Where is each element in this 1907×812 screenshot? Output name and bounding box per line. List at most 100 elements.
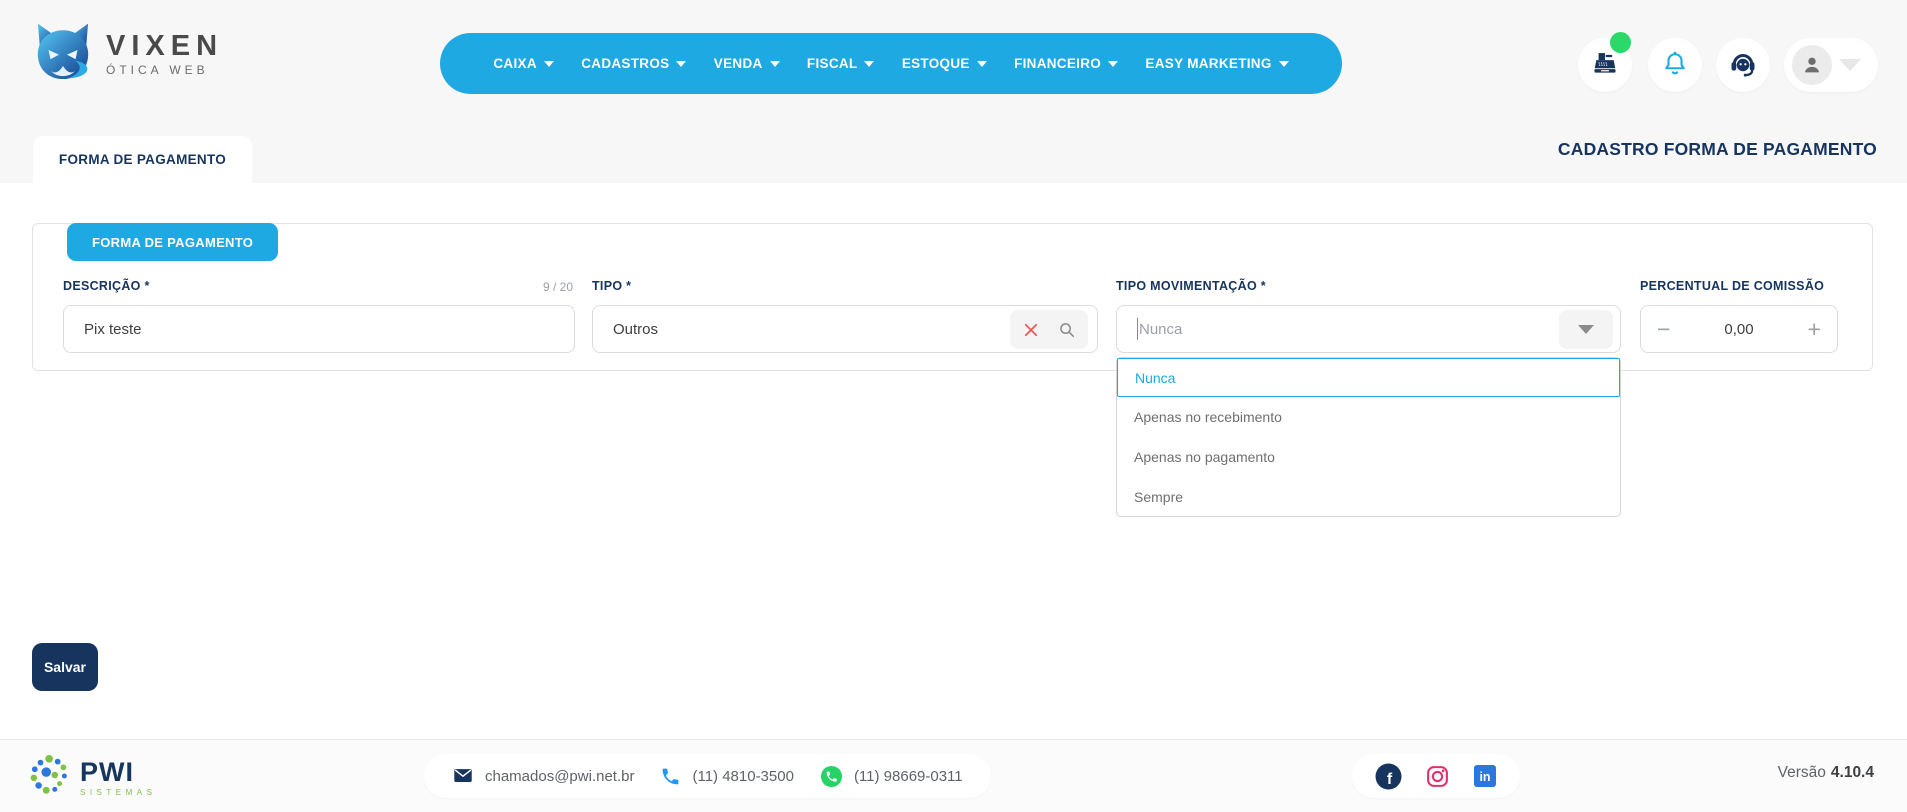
footer: PWI SISTEMAS chamados@pwi.net.br (11) 48… xyxy=(0,739,1907,812)
vixen-logo: VIXEN ÓTICA WEB xyxy=(30,22,223,87)
nav-item-fiscal[interactable]: FISCAL xyxy=(807,56,875,71)
search-icon xyxy=(1057,320,1077,340)
nav-label: CAIXA xyxy=(493,56,537,71)
payment-form-card: FORMA DE PAGAMENTO DESCRIÇÃO * 9 / 20 TI… xyxy=(32,223,1873,371)
chevron-down-icon xyxy=(977,61,987,67)
chevron-down-icon xyxy=(544,61,554,67)
email-link[interactable]: chamados@pwi.net.br xyxy=(452,765,634,787)
tipo-label: TIPO * xyxy=(592,279,1098,293)
tipo-tools xyxy=(1010,310,1088,349)
user-menu-button[interactable] xyxy=(1784,38,1878,92)
search-button[interactable] xyxy=(1052,315,1082,345)
tipo-movimentacao-input[interactable]: Nunca xyxy=(1116,305,1621,353)
nav-label: VENDA xyxy=(714,56,763,71)
brand-tagline: ÓTICA WEB xyxy=(106,63,223,77)
phone-icon xyxy=(660,766,681,787)
headset-icon xyxy=(1728,48,1758,83)
chevron-down-icon xyxy=(676,61,686,67)
pwi-logo: PWI SISTEMAS xyxy=(30,753,156,802)
form-legend-badge: FORMA DE PAGAMENTO xyxy=(67,223,278,261)
svg-text:in: in xyxy=(1479,770,1490,784)
nav-item-estoque[interactable]: ESTOQUE xyxy=(902,56,987,71)
nav-item-caixa[interactable]: CAIXA xyxy=(493,56,554,71)
brand-name: VIXEN xyxy=(106,32,223,61)
tipo-input[interactable] xyxy=(593,321,966,338)
percentual-stepper: − 0,00 + xyxy=(1640,305,1838,353)
facebook-icon: f xyxy=(1375,763,1402,790)
nav-item-easy-marketing[interactable]: EASY MARKETING xyxy=(1145,56,1288,71)
chevron-down-icon xyxy=(864,61,874,67)
phone-text: (11) 4810-3500 xyxy=(692,768,793,785)
clear-x-icon xyxy=(1022,321,1040,339)
version-number: 4.10.4 xyxy=(1831,764,1874,781)
phone-link[interactable]: (11) 4810-3500 xyxy=(660,766,793,787)
whatsapp-icon xyxy=(820,765,843,788)
main-nav: CAIXA CADASTROS VENDA FISCAL ESTOQUE FIN… xyxy=(440,33,1342,94)
tipo-movimentacao-value: Nunca xyxy=(1139,321,1182,338)
contact-bar: chamados@pwi.net.br (11) 4810-3500 (11) … xyxy=(424,754,991,798)
notifications-button[interactable] xyxy=(1648,38,1702,92)
nav-label: CADASTROS xyxy=(581,56,669,71)
decrement-button[interactable]: − xyxy=(1657,318,1670,341)
tab-label: FORMA DE PAGAMENTO xyxy=(59,152,226,167)
pwi-brand-tagline: SISTEMAS xyxy=(80,788,156,797)
descricao-input[interactable] xyxy=(64,321,441,338)
clear-button[interactable] xyxy=(1016,315,1046,345)
social-bar: f in xyxy=(1352,754,1520,798)
nav-item-venda[interactable]: VENDA xyxy=(714,56,780,71)
save-button[interactable]: Salvar xyxy=(32,643,98,691)
text-cursor xyxy=(1137,318,1138,340)
increment-button[interactable]: + xyxy=(1808,318,1821,341)
pwi-dots-icon xyxy=(30,753,72,802)
avatar xyxy=(1792,45,1832,85)
percentual-value: 0,00 xyxy=(1724,321,1753,338)
dropdown-arrow-icon xyxy=(1578,325,1594,334)
chevron-down-icon xyxy=(1839,59,1861,71)
app-version: Versão 4.10.4 xyxy=(1778,764,1874,782)
svg-text:f: f xyxy=(1387,771,1393,788)
email-text: chamados@pwi.net.br xyxy=(485,768,634,785)
support-button[interactable] xyxy=(1716,38,1770,92)
linkedin-icon: in xyxy=(1473,764,1497,788)
page-title: CADASTRO FORMA DE PAGAMENTO xyxy=(1558,139,1877,160)
nav-label: FISCAL xyxy=(807,56,858,71)
dropdown-option-sempre[interactable]: Sempre xyxy=(1117,477,1620,517)
whatsapp-link[interactable]: (11) 98669-0311 xyxy=(820,765,963,788)
nav-label: FINANCEIRO xyxy=(1014,56,1101,71)
field-tipo: TIPO * xyxy=(592,279,1098,353)
version-label: Versão xyxy=(1778,764,1826,781)
form-legend-label: FORMA DE PAGAMENTO xyxy=(92,235,253,250)
chevron-down-icon xyxy=(770,61,780,67)
dropdown-option-apenas-pagamento[interactable]: Apenas no pagamento xyxy=(1117,437,1620,477)
pwi-brand-name: PWI xyxy=(80,759,156,786)
nav-item-cadastros[interactable]: CADASTROS xyxy=(581,56,686,71)
tab-forma-de-pagamento[interactable]: FORMA DE PAGAMENTO xyxy=(33,136,252,183)
nav-label: EASY MARKETING xyxy=(1145,56,1271,71)
envelope-icon xyxy=(452,765,474,787)
dropdown-toggle-button[interactable] xyxy=(1559,310,1613,349)
fox-icon xyxy=(30,22,96,87)
tipo-movimentacao-dropdown: Nunca Apenas no recebimento Apenas no pa… xyxy=(1116,357,1621,517)
tipo-movimentacao-label: TIPO MOVIMENTAÇÃO * xyxy=(1116,279,1621,293)
chevron-down-icon xyxy=(1108,61,1118,67)
instagram-icon xyxy=(1425,764,1450,789)
bell-icon xyxy=(1661,49,1689,82)
char-counter: 9 / 20 xyxy=(543,280,573,294)
whatsapp-text: (11) 98669-0311 xyxy=(854,768,963,785)
linkedin-button[interactable]: in xyxy=(1473,764,1497,788)
nav-label: ESTOQUE xyxy=(902,56,970,71)
field-percentual-comissao: PERCENTUAL DE COMISSÃO − 0,00 + xyxy=(1640,279,1838,353)
facebook-button[interactable]: f xyxy=(1375,763,1402,790)
instagram-button[interactable] xyxy=(1425,764,1450,789)
field-tipo-movimentacao: TIPO MOVIMENTAÇÃO * Nunca xyxy=(1116,279,1621,353)
dropdown-option-apenas-recebimento[interactable]: Apenas no recebimento xyxy=(1117,397,1620,437)
dropdown-option-nunca[interactable]: Nunca xyxy=(1117,358,1620,397)
nav-item-financeiro[interactable]: FINANCEIRO xyxy=(1014,56,1118,71)
main-content: FORMA DE PAGAMENTO DESCRIÇÃO * 9 / 20 TI… xyxy=(0,183,1907,739)
cash-register-icon xyxy=(1591,49,1619,82)
online-status-dot xyxy=(1610,32,1631,53)
descricao-label: DESCRIÇÃO * xyxy=(63,279,575,293)
field-descricao: DESCRIÇÃO * 9 / 20 xyxy=(63,279,575,353)
chevron-down-icon xyxy=(1279,61,1289,67)
header: VIXEN ÓTICA WEB CAIXA CADASTROS VENDA FI… xyxy=(0,0,1907,183)
